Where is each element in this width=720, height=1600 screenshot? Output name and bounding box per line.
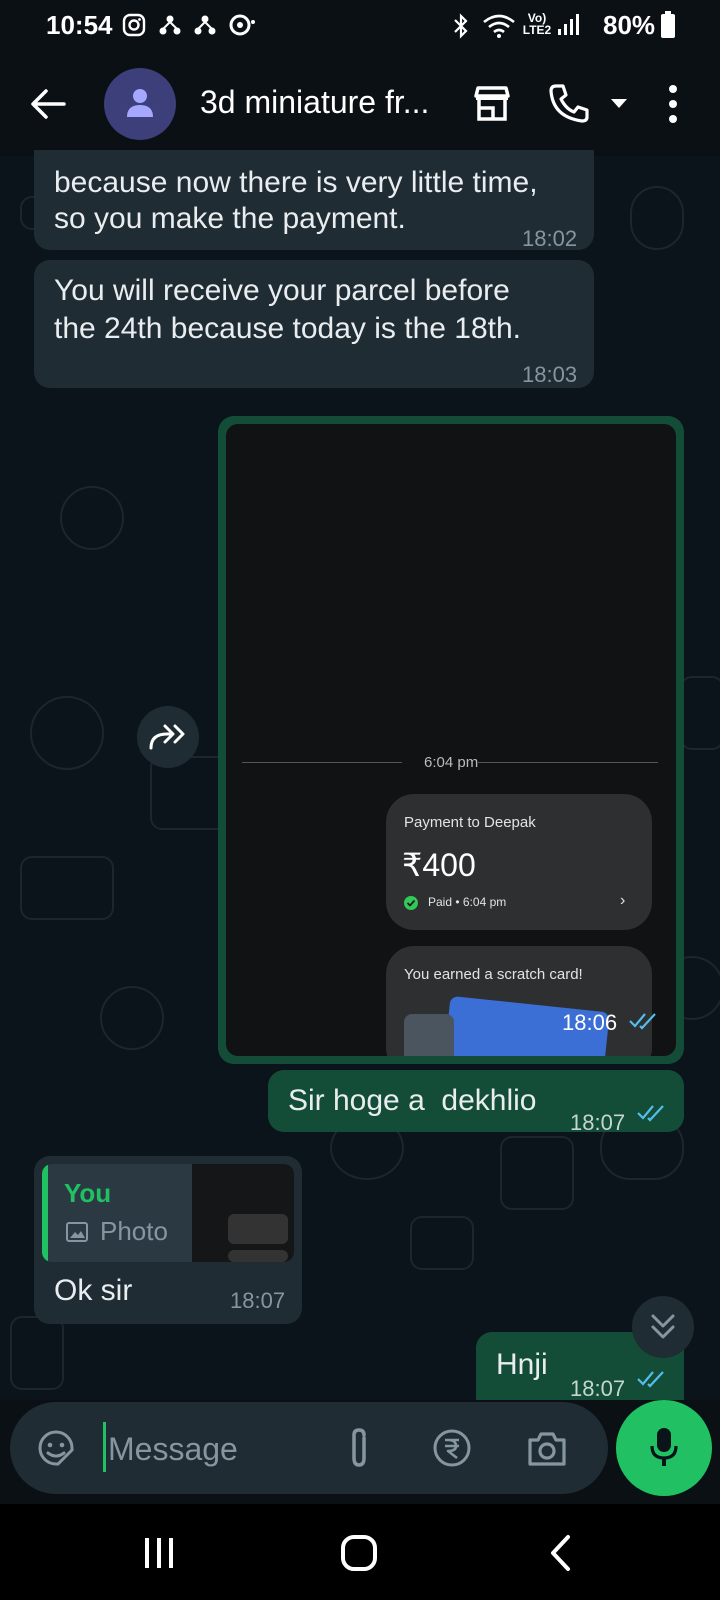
message-time: 18:07 [570, 1110, 626, 1135]
payment-amount: ₹400 [402, 847, 476, 883]
wifi-icon [483, 14, 515, 38]
message-time: 18:07 [570, 1376, 626, 1400]
voice-message-button[interactable] [616, 1400, 712, 1496]
double-chevron-down-icon [651, 1314, 675, 1339]
catalog-store-icon[interactable] [472, 84, 512, 124]
read-ticks-icon [637, 1105, 664, 1122]
contact-name[interactable]: 3d miniature fr... [200, 84, 429, 121]
home-icon[interactable] [340, 1534, 378, 1572]
instagram-icon [122, 13, 146, 37]
network-type-label: Vo) LTE2 [522, 11, 552, 37]
message-time: 18:06 [562, 1010, 618, 1035]
divider-line [242, 762, 402, 763]
quote-thumbnail [192, 1164, 294, 1262]
quoted-message[interactable]: You Photo [42, 1164, 294, 1262]
payment-screenshot-image[interactable]: 6:04 pm Payment to Deepak ₹400 Paid • 6:… [226, 424, 676, 1056]
screenshot-divider-time: 6:04 pm [424, 754, 479, 771]
app-notification-icon-2 [194, 15, 216, 35]
message-time: 18:07 [230, 1288, 286, 1313]
message-text: Hnji [496, 1348, 548, 1381]
incoming-message[interactable]: because now there is very little time, s… [34, 150, 594, 251]
message-time: 18:03 [522, 362, 578, 387]
quote-type: Photo [100, 1216, 168, 1246]
forward-button[interactable] [137, 706, 199, 768]
message-text: the 24th because today is the 18th. [54, 312, 522, 345]
call-icon[interactable] [548, 82, 590, 124]
divider-line [478, 762, 658, 763]
chat-notification-icon [229, 14, 255, 36]
paid-check-icon [404, 896, 418, 910]
forward-icon [149, 724, 185, 750]
status-bar: 10:54 Vo) LTE2 80% [0, 0, 720, 52]
payment-title: Payment to Deepak [404, 814, 536, 831]
microphone-icon [650, 1428, 678, 1466]
quote-author: You [64, 1178, 112, 1208]
thumbnail-card [228, 1214, 288, 1244]
back-icon[interactable] [548, 1534, 572, 1572]
camera-icon[interactable] [526, 1428, 568, 1468]
quote-accent-bar [42, 1164, 48, 1262]
bluetooth-icon [454, 13, 468, 39]
signal-icon [558, 14, 579, 35]
message-input[interactable] [106, 1424, 340, 1474]
battery-percent: 80% [603, 10, 656, 40]
scratch-card-graphic-back [404, 1014, 454, 1056]
read-ticks-icon [629, 1013, 656, 1030]
message-text: You will receive your parcel before [54, 274, 510, 307]
chevron-right-icon: › [620, 892, 626, 909]
person-icon [127, 89, 153, 117]
scroll-to-bottom-button[interactable] [632, 1296, 694, 1358]
status-time: 10:54 [46, 10, 113, 40]
outgoing-image-message[interactable]: 6:04 pm Payment to Deepak ₹400 Paid • 6:… [218, 416, 684, 1064]
message-text: Ok sir [54, 1274, 133, 1307]
scratch-card-text: You earned a scratch card! [404, 966, 583, 983]
back-arrow-icon[interactable] [28, 86, 68, 122]
outgoing-message[interactable]: Sir hoge a dekhlio 18:07 [268, 1070, 684, 1135]
message-composer [10, 1402, 608, 1494]
avatar[interactable] [104, 68, 176, 140]
thumbnail-card [228, 1250, 288, 1262]
payment-rupee-icon[interactable] [432, 1428, 472, 1468]
message-time: 18:02 [522, 226, 578, 251]
read-ticks-icon [637, 1371, 664, 1388]
scratch-card-panel: You earned a scratch card! [386, 946, 652, 1056]
message-text: so you make the payment. [54, 202, 406, 235]
attach-icon[interactable] [344, 1426, 374, 1470]
call-options-chevron-down-icon[interactable] [610, 98, 628, 110]
battery-icon [661, 11, 675, 38]
more-options-icon[interactable] [668, 84, 678, 124]
incoming-message[interactable]: You will receive your parcel before the … [34, 260, 594, 388]
message-text: Sir hoge a dekhlio [288, 1084, 537, 1117]
system-navigation-bar [0, 1504, 720, 1600]
recent-apps-icon[interactable] [142, 1536, 176, 1570]
payment-status: Paid • 6:04 pm [428, 895, 507, 909]
photo-icon [66, 1222, 88, 1242]
payment-card: Payment to Deepak ₹400 Paid • 6:04 pm › [386, 794, 652, 930]
app-notification-icon [159, 15, 181, 35]
sticker-emoji-icon[interactable] [36, 1428, 76, 1468]
message-text: because now there is very little time, [54, 166, 538, 199]
incoming-reply-message[interactable]: You Photo Ok sir 18:07 [34, 1156, 302, 1324]
